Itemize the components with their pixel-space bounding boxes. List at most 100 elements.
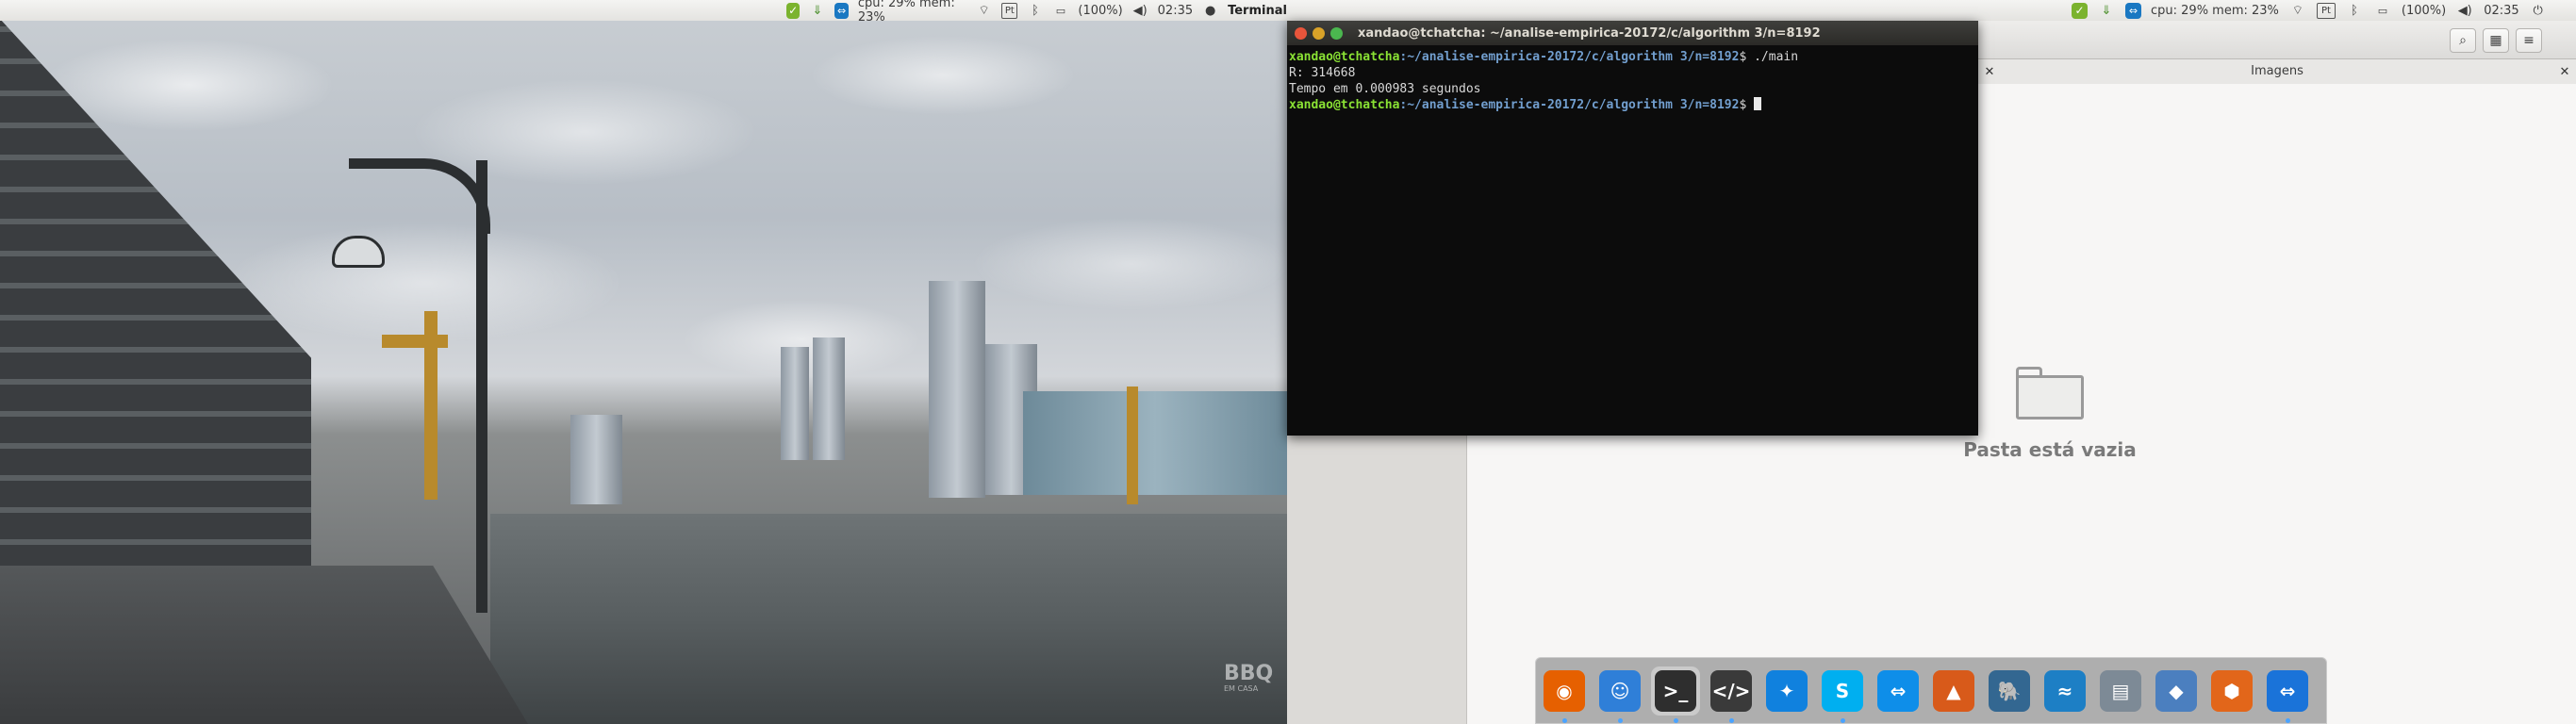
teamviewer-icon: ⇔ bbox=[1877, 669, 1919, 712]
terminal-title: xandao@tchatcha: ~/analise-empirica-2017… bbox=[1358, 25, 1821, 41]
menu-icon: ≡ bbox=[2523, 33, 2535, 48]
text-cursor bbox=[1754, 97, 1762, 110]
bluetooth-icon[interactable]: ᛒ bbox=[1027, 2, 1043, 19]
clock[interactable]: 02:35 bbox=[1158, 4, 1193, 18]
dock-item[interactable]: >_ bbox=[1651, 666, 1700, 723]
top-panel-left: ✓ ⇓ ⇔ cpu: 29% mem: 23% ⌔ Pt ᛒ ▭ (100%) … bbox=[0, 0, 1287, 25]
teamviewer-tray-icon[interactable]: ⇔ bbox=[834, 2, 849, 19]
terminal-titlebar[interactable]: xandao@tchatcha: ~/analise-empirica-2017… bbox=[1287, 21, 1978, 45]
close-tab-button[interactable]: ✕ bbox=[2553, 59, 2576, 84]
terminal-line: xandao@tchatcha:~/analise-empirica-20172… bbox=[1289, 97, 1976, 113]
folder-icon bbox=[2016, 367, 2084, 420]
skyscraper bbox=[781, 347, 809, 460]
volume-icon[interactable]: ◀) bbox=[1132, 2, 1148, 19]
command-text: $ ./main bbox=[1739, 50, 1799, 64]
system-monitor[interactable]: cpu: 29% mem: 23% bbox=[858, 0, 966, 25]
wifi-icon[interactable]: ⌔ bbox=[2288, 2, 2307, 19]
crane bbox=[382, 335, 448, 348]
dock-item[interactable]: ☺ bbox=[1595, 666, 1644, 723]
postgresql-icon: 🐘 bbox=[1989, 669, 2030, 712]
terminal-window[interactable]: xandao@tchatcha: ~/analise-empirica-2017… bbox=[1287, 21, 1978, 436]
prompt-user: xandao@tchatcha bbox=[1289, 50, 1400, 64]
prompt-path: :~/analise-empirica-20172/c/algorithm 3/… bbox=[1399, 98, 1740, 112]
screenshot-icon: ▤ bbox=[2100, 669, 2141, 712]
apple-menu-icon[interactable]: ● bbox=[1202, 2, 1218, 19]
dock-item[interactable]: </> bbox=[1707, 666, 1756, 723]
keyboard-layout-indicator[interactable]: Pt bbox=[1001, 2, 1018, 19]
terminal-icon: >_ bbox=[1655, 669, 1696, 712]
watermark-subtext: EM CASA bbox=[1224, 684, 1259, 693]
firefox-icon: ◉ bbox=[1544, 669, 1585, 712]
close-window-button[interactable] bbox=[1295, 26, 1307, 40]
battery-icon[interactable]: ▭ bbox=[1052, 2, 1068, 19]
dock: ◉ ☺ >_ </> ✦ S ⇔ ▲ 🐘 ≈ ▤ ◆ ⬢ ⇔ bbox=[1535, 657, 2327, 724]
dock-item[interactable]: ✦ bbox=[1762, 666, 1811, 716]
dock-item[interactable]: ⬢ bbox=[2207, 666, 2256, 716]
clock[interactable]: 02:35 bbox=[2484, 4, 2518, 18]
search-icon: ⌕ bbox=[2459, 33, 2467, 48]
dock-item[interactable]: ⇔ bbox=[1874, 666, 1923, 716]
code-editor-icon: </> bbox=[1710, 669, 1752, 712]
skyscraper bbox=[570, 415, 622, 504]
volume-icon[interactable]: ◀) bbox=[2455, 2, 2474, 19]
dock-item[interactable]: ◆ bbox=[2152, 666, 2201, 716]
dock-item[interactable]: ⇔ bbox=[2263, 666, 2312, 723]
empty-folder-placeholder: Pasta está vazia bbox=[1956, 367, 2144, 461]
dock-item[interactable]: ≈ bbox=[2040, 666, 2089, 716]
minimize-window-button[interactable] bbox=[1313, 26, 1325, 40]
dock-item[interactable]: ◉ bbox=[1540, 666, 1589, 723]
grid-icon: ▦ bbox=[2489, 33, 2502, 48]
download-icon[interactable]: ⇓ bbox=[2097, 2, 2116, 19]
battery-icon[interactable]: ▭ bbox=[2373, 2, 2392, 19]
update-manager-icon[interactable]: ✓ bbox=[2072, 2, 2088, 19]
battery-percent[interactable]: (100%) bbox=[1078, 4, 1122, 18]
dropbox-icon: ✦ bbox=[1766, 669, 1808, 712]
active-app-name[interactable]: Terminal bbox=[1228, 4, 1287, 18]
tab-imagens[interactable]: Imagens bbox=[2001, 59, 2553, 84]
desktop-wallpaper: BBQ EM CASA bbox=[0, 0, 1287, 724]
crane bbox=[424, 311, 438, 500]
skyscraper bbox=[813, 337, 845, 460]
finder-icon: ☺ bbox=[1599, 669, 1641, 712]
office-building bbox=[1023, 391, 1287, 495]
dock-item[interactable]: 🐘 bbox=[1985, 666, 2034, 716]
lamp-post bbox=[476, 160, 487, 613]
power-icon[interactable]: ⏻ bbox=[2529, 2, 2548, 19]
system-monitor[interactable]: cpu: 29% mem: 23% bbox=[2151, 4, 2279, 18]
download-icon[interactable]: ⇓ bbox=[809, 2, 825, 19]
close-icon: ✕ bbox=[2559, 64, 2570, 79]
teamviewer-alt-icon: ⇔ bbox=[2267, 669, 2308, 712]
terminal-line: Tempo em 0.000983 segundos bbox=[1289, 82, 1481, 96]
search-button[interactable]: ⌕ bbox=[2450, 28, 2476, 53]
watermark-text: BBQ bbox=[1224, 662, 1274, 685]
dock-item[interactable]: S bbox=[1818, 666, 1867, 723]
terminal-line: R: 314668 bbox=[1289, 66, 1356, 80]
terminal-output[interactable]: xandao@tchatcha:~/analise-empirica-20172… bbox=[1287, 45, 1978, 117]
bluetooth-icon[interactable]: ᛒ bbox=[2345, 2, 2364, 19]
view-toggle-button[interactable]: ▦ bbox=[2483, 28, 2509, 53]
tab-bar: ✕ Imagens ✕ bbox=[1978, 59, 2576, 85]
battery-percent[interactable]: (100%) bbox=[2402, 4, 2446, 18]
prompt-user: xandao@tchatcha bbox=[1289, 98, 1400, 112]
menu-button[interactable]: ≡ bbox=[2516, 28, 2542, 53]
walkway bbox=[0, 566, 528, 724]
wifi-icon[interactable]: ⌔ bbox=[976, 2, 992, 19]
top-panel-right: ✓ ⇓ ⇔ cpu: 29% mem: 23% ⌔ Pt ᛒ ▭ (100%) … bbox=[1287, 0, 2576, 21]
teamviewer-tray-icon[interactable]: ⇔ bbox=[2125, 2, 2141, 19]
mysql-workbench-icon: ≈ bbox=[2044, 669, 2086, 712]
river bbox=[490, 514, 1287, 724]
close-icon: ✕ bbox=[1984, 64, 1995, 79]
dock-item[interactable]: ▲ bbox=[1929, 666, 1978, 716]
watermark: BBQ EM CASA bbox=[1224, 664, 1273, 694]
terminal-line: xandao@tchatcha:~/analise-empirica-20172… bbox=[1289, 49, 1976, 65]
close-tab-button[interactable]: ✕ bbox=[1978, 59, 2001, 84]
update-manager-icon[interactable]: ✓ bbox=[786, 2, 801, 19]
skyscraper bbox=[929, 281, 985, 498]
dock-item[interactable]: ▤ bbox=[2096, 666, 2145, 716]
maximize-window-button[interactable] bbox=[1330, 26, 1343, 40]
keyboard-layout-indicator[interactable]: Pt bbox=[2316, 2, 2336, 19]
matlab-icon: ▲ bbox=[1933, 669, 1974, 712]
network-app-icon: ⬢ bbox=[2211, 669, 2253, 712]
skype-icon: S bbox=[1822, 669, 1863, 712]
virtualbox-icon: ◆ bbox=[2155, 669, 2197, 712]
